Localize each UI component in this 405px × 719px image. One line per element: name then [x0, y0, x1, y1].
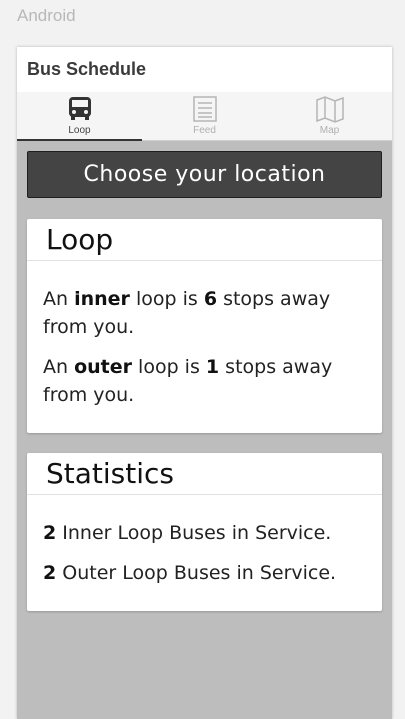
outer-loop-status: An outer loop is 1 stops away from you.	[43, 353, 366, 409]
outer-bus-count: 2 Outer Loop Buses in Service.	[43, 559, 366, 587]
choose-location-button[interactable]: Choose your location	[27, 151, 382, 198]
text: An	[43, 288, 75, 310]
tab-label: Map	[319, 125, 340, 136]
bus-count: 2	[43, 562, 57, 584]
tab-bar: Loop Feed Map	[17, 92, 392, 141]
card-title: Loop	[27, 219, 382, 261]
inner-loop-status: An inner loop is 6 stops away from you.	[43, 285, 366, 341]
card-title: Statistics	[27, 453, 382, 495]
statistics-card: Statistics 2 Inner Loop Buses in Service…	[27, 453, 382, 611]
stop-count: 1	[205, 356, 220, 378]
inner-bus-count: 2 Inner Loop Buses in Service.	[43, 519, 366, 547]
card-body: An inner loop is 6 stops away from you. …	[27, 261, 382, 433]
tab-feed[interactable]: Feed	[142, 92, 267, 140]
tab-label: Feed	[193, 125, 216, 136]
bus-count: 2	[43, 522, 57, 544]
loop-card: Loop An inner loop is 6 stops away from …	[27, 219, 382, 433]
tab-map[interactable]: Map	[267, 92, 392, 140]
text: loop is	[129, 288, 204, 310]
bus-icon	[68, 97, 91, 120]
stop-count: 6	[203, 288, 218, 310]
card-body: 2 Inner Loop Buses in Service. 2 Outer L…	[27, 495, 382, 611]
map-icon	[315, 96, 344, 123]
text: loop is	[132, 356, 206, 378]
main-content: Choose your location Loop An inner loop …	[17, 141, 392, 611]
os-label: Android	[17, 6, 76, 25]
tab-loop[interactable]: Loop	[17, 92, 142, 141]
text: Outer Loop Buses in Service.	[56, 562, 337, 584]
list-icon	[192, 96, 217, 122]
loop-kind: outer	[74, 356, 133, 378]
tab-label: Loop	[68, 125, 91, 136]
text: An	[43, 356, 75, 378]
app-title: Bus Schedule	[27, 59, 147, 79]
text: Inner Loop Buses in Service.	[56, 522, 332, 544]
app-window: Bus Schedule Loop Feed Map Choose your l…	[17, 47, 392, 719]
loop-kind: inner	[74, 288, 130, 310]
app-header: Bus Schedule	[17, 47, 392, 92]
